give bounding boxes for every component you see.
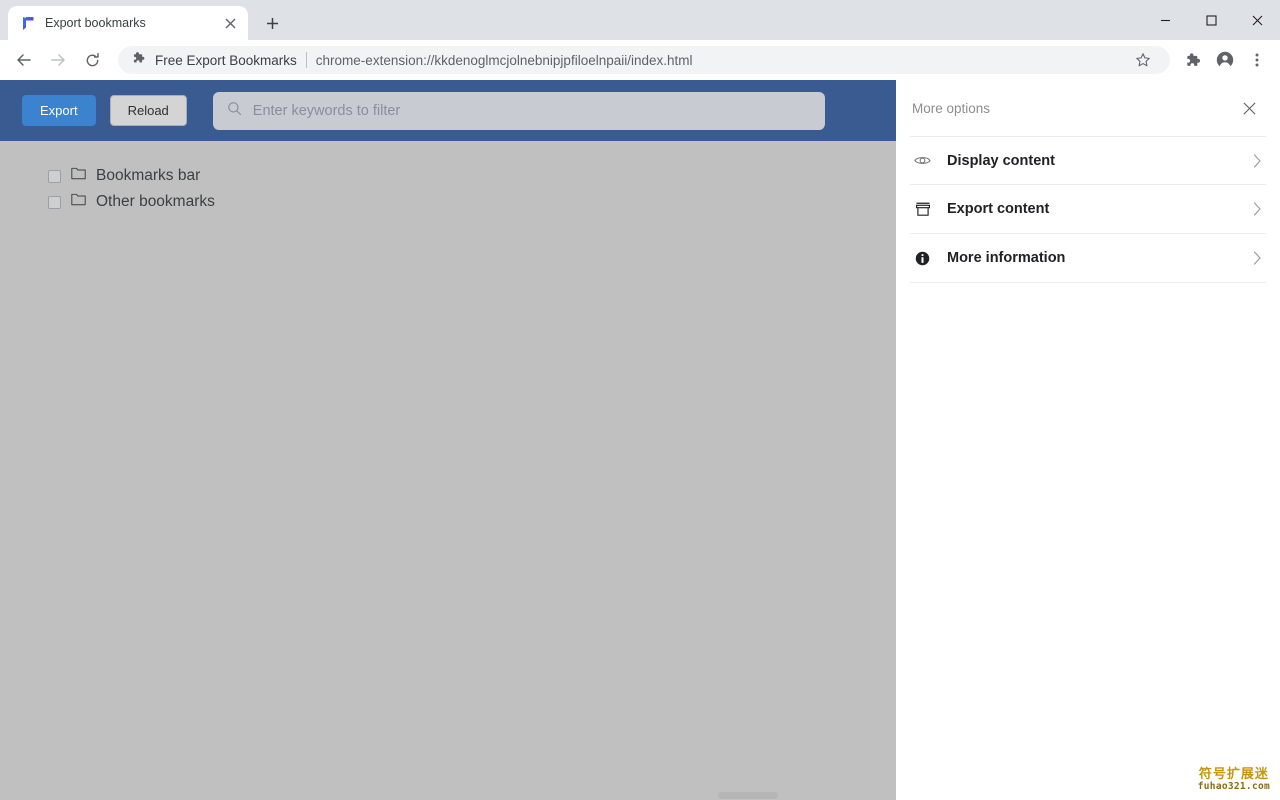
folder-icon — [71, 167, 86, 185]
three-dot-menu-icon[interactable] — [1242, 45, 1272, 75]
horizontal-scrollbar[interactable] — [0, 790, 896, 800]
browser-window: Export bookmarks Free Export Bookmarks c… — [0, 0, 1280, 800]
address-bar-url: chrome-extension://kkdenoglmcjolnebnipjp… — [315, 52, 693, 68]
chevron-right-icon — [1253, 153, 1262, 168]
panel-row-export-content[interactable]: Export content — [910, 185, 1266, 234]
tree-item-checkbox[interactable] — [48, 169, 61, 183]
chevron-right-icon — [1253, 251, 1262, 265]
tree-item-label: Other bookmarks — [96, 193, 215, 210]
panel-option-list: Display content Export content More info… — [896, 136, 1280, 283]
search-input[interactable]: Enter keywords to filter — [212, 91, 825, 130]
panel-row-more-information[interactable]: More information — [910, 234, 1266, 283]
archive-box-icon — [914, 202, 931, 217]
more-options-panel: More options Display content Export cont… — [896, 80, 1280, 800]
maximize-icon[interactable] — [1188, 4, 1234, 36]
panel-row-label: Export content — [947, 201, 1050, 217]
minimize-icon[interactable] — [1142, 4, 1188, 36]
reload-icon[interactable] — [76, 44, 108, 76]
forward-arrow-icon[interactable] — [42, 44, 74, 76]
export-button[interactable]: Export — [22, 95, 96, 126]
tab-title: Export bookmarks — [45, 16, 146, 30]
new-tab-button[interactable] — [258, 9, 286, 37]
site-watermark: 符号扩展迷 fuhao321.com — [1198, 768, 1270, 792]
extension-name: Free Export Bookmarks — [155, 52, 297, 68]
tree-item[interactable]: Bookmarks bar — [48, 163, 896, 189]
bookmark-flag-icon — [20, 15, 37, 32]
eye-icon — [914, 154, 931, 167]
puzzle-piece-icon — [132, 51, 146, 70]
tree-item-checkbox[interactable] — [48, 195, 61, 209]
back-arrow-icon[interactable] — [8, 44, 40, 76]
extension-origin-badge: Free Export Bookmarks — [132, 51, 297, 70]
omnibox-divider — [305, 52, 307, 68]
folder-icon — [71, 193, 86, 211]
tree-item-label: Bookmarks bar — [96, 167, 201, 184]
search-icon — [227, 101, 242, 121]
extension-page: Export Reload Enter keywords to filter B… — [0, 80, 896, 800]
scrollbar-thumb[interactable] — [718, 792, 778, 799]
panel-title: More options — [912, 100, 991, 116]
page-viewport: Export Reload Enter keywords to filter B… — [0, 80, 1280, 800]
close-icon[interactable] — [1236, 95, 1262, 121]
star-icon[interactable] — [1128, 45, 1158, 75]
browser-toolbar: Free Export Bookmarks chrome-extension:/… — [0, 40, 1280, 80]
address-bar[interactable]: Free Export Bookmarks chrome-extension:/… — [118, 46, 1170, 74]
close-icon[interactable] — [1234, 4, 1280, 36]
tab-strip: Export bookmarks — [0, 0, 1280, 40]
window-controls — [1142, 0, 1280, 40]
panel-row-label: More information — [947, 250, 1066, 266]
account-avatar-icon[interactable] — [1210, 45, 1240, 75]
bookmark-tree: Bookmarks bar Other bookmarks — [0, 141, 896, 215]
watermark-chinese-text: 符号扩展迷 — [1198, 767, 1269, 783]
panel-row-display-content[interactable]: Display content — [910, 136, 1266, 185]
panel-row-label: Display content — [947, 152, 1055, 169]
extensions-icon[interactable] — [1178, 45, 1208, 75]
chevron-right-icon — [1253, 202, 1262, 216]
extension-toolbar: Export Reload Enter keywords to filter — [0, 80, 896, 141]
tree-item[interactable]: Other bookmarks — [48, 189, 896, 215]
reload-button[interactable]: Reload — [109, 95, 187, 126]
info-circle-icon — [914, 251, 931, 266]
watermark-domain-text: fuhao321.com — [1197, 781, 1270, 793]
search-input-placeholder: Enter keywords to filter — [252, 102, 401, 119]
panel-header: More options — [896, 80, 1280, 136]
tab-close-icon[interactable] — [220, 13, 240, 33]
browser-tab[interactable]: Export bookmarks — [8, 6, 248, 40]
